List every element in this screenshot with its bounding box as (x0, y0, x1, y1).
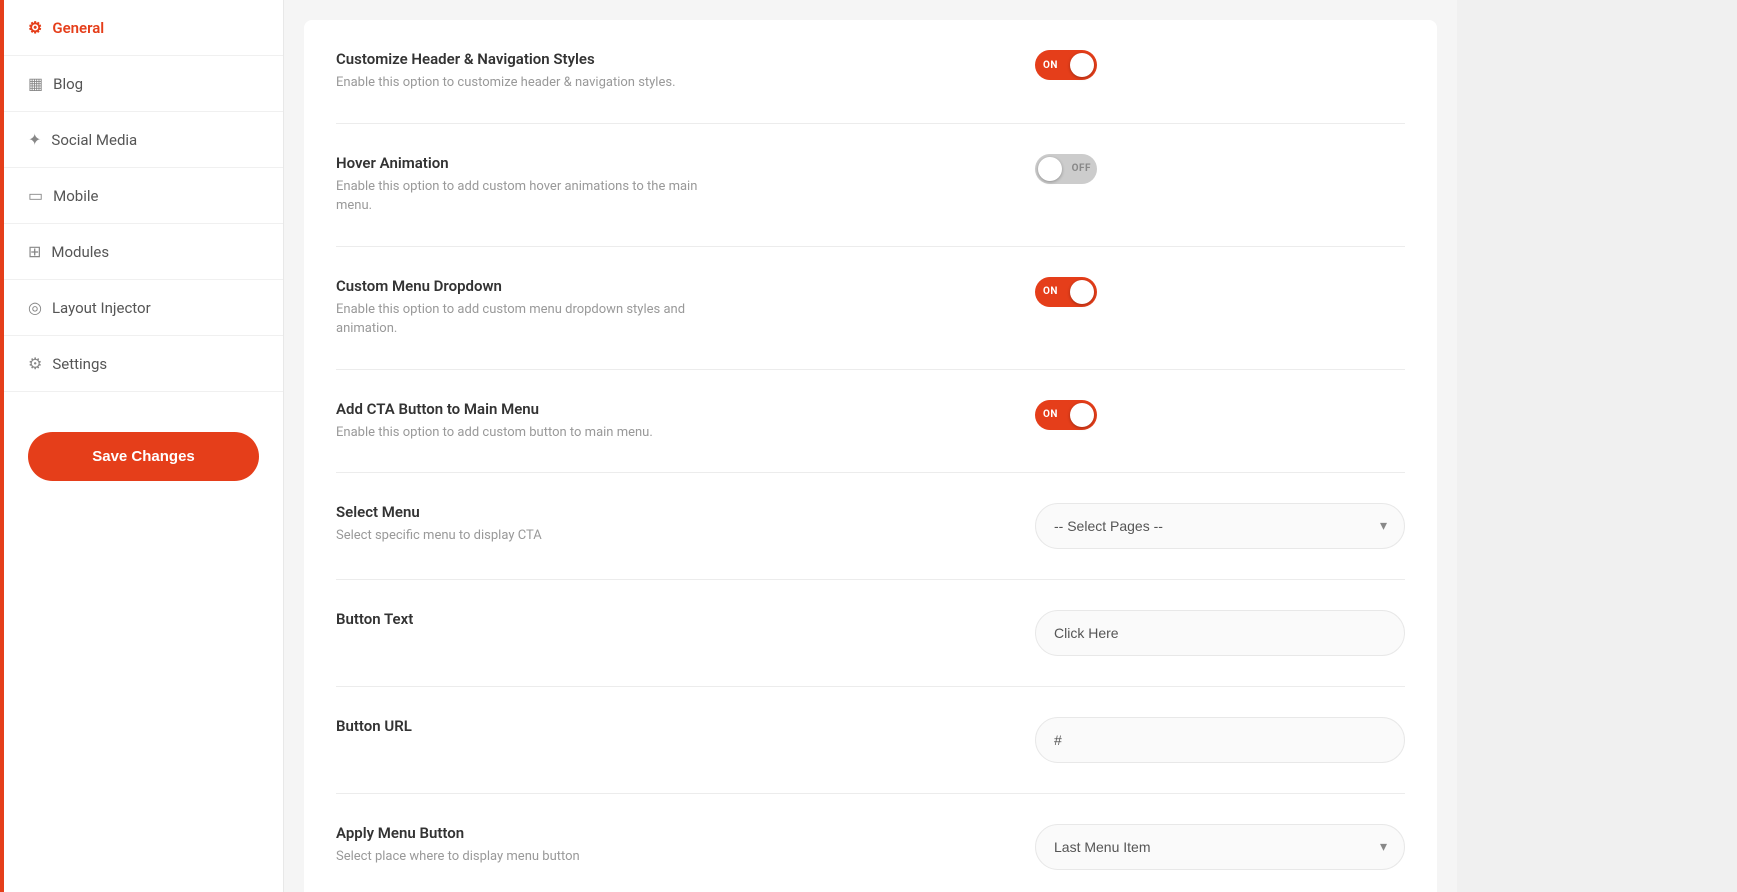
select-menu-wrap: -- Select Pages -- ▾ (1035, 503, 1405, 549)
sidebar-item-modules[interactable]: ⊞ Modules (4, 224, 283, 280)
mobile-icon: ▭ (28, 186, 43, 205)
apply-menu-button-desc: Select place where to display menu butto… (336, 847, 580, 867)
setting-row-hover-animation: Hover Animation Enable this option to ad… (336, 124, 1405, 247)
gear-icon: ⚙ (28, 18, 42, 37)
setting-label-group-cta: Add CTA Button to Main Menu Enable this … (336, 400, 653, 443)
setting-label-group-hover: Hover Animation Enable this option to ad… (336, 154, 716, 216)
layout-injector-icon: ◎ (28, 298, 42, 317)
social-icon: ✦ (28, 130, 41, 149)
setting-row-button-text: Button Text (336, 580, 1405, 687)
button-url-control (1035, 717, 1405, 763)
setting-label-group-dropdown: Custom Menu Dropdown Enable this option … (336, 277, 716, 339)
customize-header-desc: Enable this option to customize header &… (336, 73, 676, 93)
setting-label-group: Customize Header & Navigation Styles Ena… (336, 50, 676, 93)
add-cta-control: ON (1035, 400, 1405, 430)
hover-animation-desc: Enable this option to add custom hover a… (336, 177, 716, 216)
custom-menu-dropdown-label: Custom Menu Dropdown (336, 277, 716, 295)
setting-label-group-btn-text: Button Text (336, 610, 413, 633)
right-empty-panel (1457, 0, 1737, 892)
sidebar-item-modules-label: Modules (51, 243, 109, 261)
apply-menu-button-select[interactable]: Last Menu Item (1035, 824, 1405, 870)
settings-panel: Customize Header & Navigation Styles Ena… (304, 20, 1437, 892)
save-changes-button[interactable]: Save Changes (28, 432, 259, 481)
select-menu-label: Select Menu (336, 503, 542, 521)
sidebar-item-mobile-label: Mobile (53, 187, 98, 205)
setting-label-group-select-menu: Select Menu Select specific menu to disp… (336, 503, 542, 546)
setting-row-custom-menu-dropdown: Custom Menu Dropdown Enable this option … (336, 247, 1405, 370)
add-cta-desc: Enable this option to add custom button … (336, 423, 653, 443)
setting-row-select-menu: Select Menu Select specific menu to disp… (336, 473, 1405, 580)
sidebar-item-social-media[interactable]: ✦ Social Media (4, 112, 283, 168)
toggle-on-label-3: ON (1043, 409, 1058, 420)
apply-menu-button-control: Last Menu Item ▾ (1035, 824, 1405, 870)
button-url-label: Button URL (336, 717, 412, 735)
sidebar: ⚙ General ▦ Blog ✦ Social Media ▭ Mobile… (4, 0, 284, 892)
modules-icon: ⊞ (28, 242, 41, 261)
setting-label-group-btn-url: Button URL (336, 717, 412, 740)
blog-icon: ▦ (28, 74, 43, 93)
setting-row-apply-menu-button: Apply Menu Button Select place where to … (336, 794, 1405, 892)
sidebar-item-blog[interactable]: ▦ Blog (4, 56, 283, 112)
sidebar-item-layout-injector[interactable]: ◎ Layout Injector (4, 280, 283, 336)
customize-header-control: ON (1035, 50, 1405, 80)
setting-label-group-apply-menu: Apply Menu Button Select place where to … (336, 824, 580, 867)
sidebar-item-mobile[interactable]: ▭ Mobile (4, 168, 283, 224)
sidebar-item-settings[interactable]: ⚙ Settings (4, 336, 283, 392)
select-menu-desc: Select specific menu to display CTA (336, 526, 542, 546)
sidebar-item-layout-injector-label: Layout Injector (52, 299, 151, 317)
sidebar-item-blog-label: Blog (53, 75, 83, 93)
settings-icon: ⚙ (28, 354, 42, 373)
hover-animation-label: Hover Animation (336, 154, 716, 172)
sidebar-item-settings-label: Settings (52, 355, 107, 373)
button-text-input[interactable] (1035, 610, 1405, 656)
sidebar-item-social-label: Social Media (51, 131, 137, 149)
setting-row-add-cta: Add CTA Button to Main Menu Enable this … (336, 370, 1405, 474)
button-text-label: Button Text (336, 610, 413, 628)
add-cta-label: Add CTA Button to Main Menu (336, 400, 653, 418)
setting-row-button-url: Button URL (336, 687, 1405, 794)
apply-menu-button-wrap: Last Menu Item ▾ (1035, 824, 1405, 870)
apply-menu-button-label: Apply Menu Button (336, 824, 580, 842)
toggle-on-label: ON (1043, 60, 1058, 71)
add-cta-toggle[interactable]: ON (1035, 400, 1097, 430)
setting-row-customize-header: Customize Header & Navigation Styles Ena… (336, 20, 1405, 124)
toggle-on-label-2: ON (1043, 286, 1058, 297)
customize-header-toggle[interactable]: ON (1035, 50, 1097, 80)
button-url-input[interactable] (1035, 717, 1405, 763)
hover-animation-toggle[interactable]: OFF (1035, 154, 1097, 184)
customize-header-label: Customize Header & Navigation Styles (336, 50, 676, 68)
custom-menu-dropdown-toggle[interactable]: ON (1035, 277, 1097, 307)
custom-menu-dropdown-control: ON (1035, 277, 1405, 307)
hover-animation-control: OFF (1035, 154, 1405, 184)
sidebar-item-general[interactable]: ⚙ General (4, 0, 283, 56)
select-menu-select[interactable]: -- Select Pages -- (1035, 503, 1405, 549)
toggle-off-label: OFF (1072, 163, 1091, 174)
save-button-wrapper: Save Changes (4, 408, 283, 505)
main-content-area: Customize Header & Navigation Styles Ena… (284, 0, 1457, 892)
custom-menu-dropdown-desc: Enable this option to add custom menu dr… (336, 300, 716, 339)
sidebar-item-general-label: General (52, 19, 104, 37)
button-text-control (1035, 610, 1405, 656)
select-menu-control: -- Select Pages -- ▾ (1035, 503, 1405, 549)
